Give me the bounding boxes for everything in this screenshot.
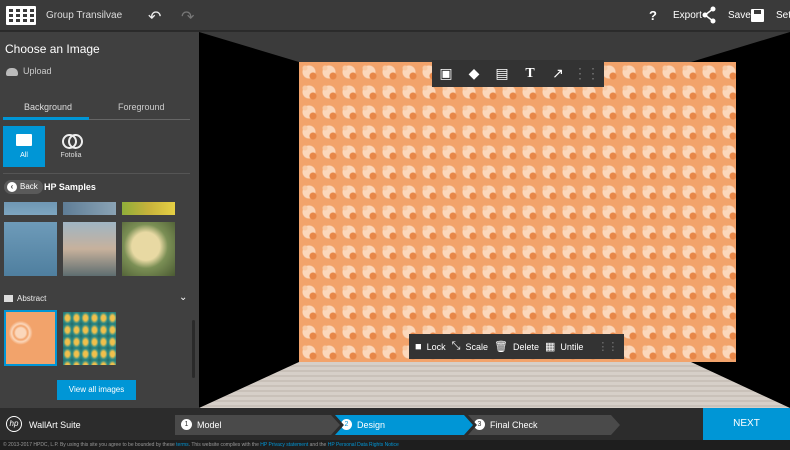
save-icon[interactable] bbox=[751, 9, 764, 22]
source-all-label: All bbox=[20, 152, 28, 159]
view-all-images-button[interactable]: View all images bbox=[57, 380, 136, 400]
step-label: Model bbox=[197, 420, 222, 430]
grid-icon: ▦ bbox=[544, 341, 556, 353]
step-label: Final Check bbox=[490, 420, 538, 430]
sidebar-scrollbar[interactable] bbox=[192, 320, 195, 378]
source-fotolia[interactable]: Fotolia bbox=[50, 126, 92, 167]
design-stage: ▣ ◆ ▤ T ↗ ⋮⋮ ■ Lock ⤡ Scale 🗑 Delete ▦ Until… bbox=[199, 32, 790, 408]
step-label: Design bbox=[357, 420, 386, 430]
furniture-icon[interactable]: ▤ bbox=[488, 65, 516, 82]
upload-button[interactable]: Upload bbox=[6, 66, 52, 76]
scale-label: Scale bbox=[465, 341, 488, 352]
help-button[interactable]: ? bbox=[649, 8, 657, 23]
delete-label: Delete bbox=[512, 341, 539, 352]
save-button[interactable]: Save bbox=[728, 10, 751, 21]
hp-logo-icon: hp bbox=[6, 416, 22, 432]
scale-icon: ⤡ bbox=[451, 340, 461, 352]
image-thumbnail[interactable] bbox=[4, 202, 57, 215]
step-model[interactable]: 1 Model bbox=[175, 415, 340, 435]
folder-label: Abstract bbox=[17, 294, 47, 303]
folder-abstract[interactable]: Abstract bbox=[4, 294, 46, 303]
suite-name: WallArt Suite bbox=[29, 420, 81, 430]
export-button[interactable]: Export bbox=[673, 10, 702, 21]
share-icon[interactable] bbox=[702, 6, 716, 24]
image-thumbnail[interactable] bbox=[122, 202, 175, 215]
scale-button[interactable]: ⤡ Scale bbox=[452, 340, 488, 353]
add-image-icon[interactable]: ▣ bbox=[432, 65, 460, 82]
folder-icon bbox=[16, 134, 32, 146]
group-logo-icon[interactable] bbox=[6, 6, 36, 25]
tab-foreground[interactable]: Foreground bbox=[118, 102, 165, 112]
step-number: 3 bbox=[474, 419, 485, 430]
image-thumbnail-selected[interactable] bbox=[4, 310, 57, 366]
step-final-check[interactable]: 3 Final Check bbox=[468, 415, 620, 435]
back-button[interactable]: ‹ Back bbox=[4, 180, 43, 194]
image-tabs: Background Foreground bbox=[3, 100, 190, 120]
group-name: Group Transilvae bbox=[46, 10, 123, 21]
legal-text-3: and the bbox=[309, 442, 327, 448]
tab-background[interactable]: Background bbox=[24, 102, 72, 112]
legal-notice: © 2013-2017 HPDC, L.P. By using this sit… bbox=[0, 440, 790, 450]
image-sidebar: Choose an Image Upload Background Foregr… bbox=[0, 32, 199, 408]
edit-icon[interactable]: ↗ bbox=[544, 65, 572, 82]
lock-button[interactable]: ■ Lock bbox=[415, 341, 446, 353]
lock-label: Lock bbox=[426, 341, 446, 352]
source-fotolia-label: Fotolia bbox=[60, 152, 82, 159]
drag-handle-icon[interactable]: ⋮⋮ bbox=[597, 340, 618, 353]
category-title: HP Samples bbox=[44, 182, 96, 192]
chevron-left-icon: ‹ bbox=[7, 182, 17, 192]
trash-icon: 🗑 bbox=[494, 341, 508, 353]
image-thumbnail[interactable] bbox=[122, 222, 175, 276]
chevron-down-icon[interactable]: ⌄ bbox=[179, 292, 187, 303]
redo-icon[interactable]: ↷ bbox=[181, 7, 194, 27]
undo-icon[interactable]: ↶ bbox=[148, 7, 161, 27]
active-tab-indicator bbox=[3, 117, 89, 120]
source-all[interactable]: All bbox=[3, 126, 45, 167]
fotolia-icon bbox=[62, 134, 83, 149]
top-bar: Group Transilvae ↶ ↷ ? Export Save Set bbox=[0, 0, 790, 31]
image-thumbnail[interactable] bbox=[63, 222, 116, 276]
wall-toolbar-top: ▣ ◆ ▤ T ↗ ⋮⋮ bbox=[432, 60, 604, 87]
text-icon[interactable]: T bbox=[516, 66, 544, 82]
terms-link[interactable]: terms bbox=[176, 442, 189, 448]
divider bbox=[3, 173, 190, 174]
step-number: 1 bbox=[181, 419, 192, 430]
back-label: Back bbox=[20, 182, 38, 191]
upload-label: Upload bbox=[23, 66, 52, 76]
wall-canvas[interactable] bbox=[299, 62, 736, 362]
next-button[interactable]: NEXT bbox=[703, 408, 790, 440]
untile-button[interactable]: ▦ Untile bbox=[545, 340, 583, 353]
step-number: 2 bbox=[341, 419, 352, 430]
room-ceiling bbox=[199, 32, 790, 62]
room-floor bbox=[199, 362, 790, 408]
footer-bar: hp WallArt Suite 1 Model 2 Design 3 Final C… bbox=[0, 408, 790, 440]
image-thumbnail[interactable] bbox=[4, 222, 57, 276]
lock-icon: ■ bbox=[415, 340, 422, 353]
sidebar-title: Choose an Image bbox=[5, 42, 100, 56]
folder-icon bbox=[4, 295, 13, 303]
legal-text: © 2013-2017 HPDC, L.P. By using this sit… bbox=[3, 442, 175, 448]
step-design[interactable]: 2 Design bbox=[335, 415, 473, 435]
settings-button[interactable]: Set bbox=[776, 10, 790, 21]
legal-text-2: . This website complies with the bbox=[188, 442, 259, 448]
image-thumbnail[interactable] bbox=[63, 312, 116, 365]
drag-handle-icon[interactable]: ⋮⋮ bbox=[572, 65, 600, 82]
wall-toolbar-bottom: ■ Lock ⤡ Scale 🗑 Delete ▦ Untile ⋮⋮ bbox=[409, 334, 624, 359]
privacy-link[interactable]: HP Privacy statement bbox=[260, 442, 308, 448]
rights-link[interactable]: HP Personal Data Rights Notice bbox=[328, 442, 399, 448]
image-thumbnail[interactable] bbox=[63, 202, 116, 215]
delete-button[interactable]: 🗑 Delete bbox=[494, 340, 539, 353]
untile-label: Untile bbox=[560, 341, 584, 352]
paint-bucket-icon[interactable]: ◆ bbox=[460, 65, 488, 82]
cloud-upload-icon bbox=[6, 67, 18, 76]
